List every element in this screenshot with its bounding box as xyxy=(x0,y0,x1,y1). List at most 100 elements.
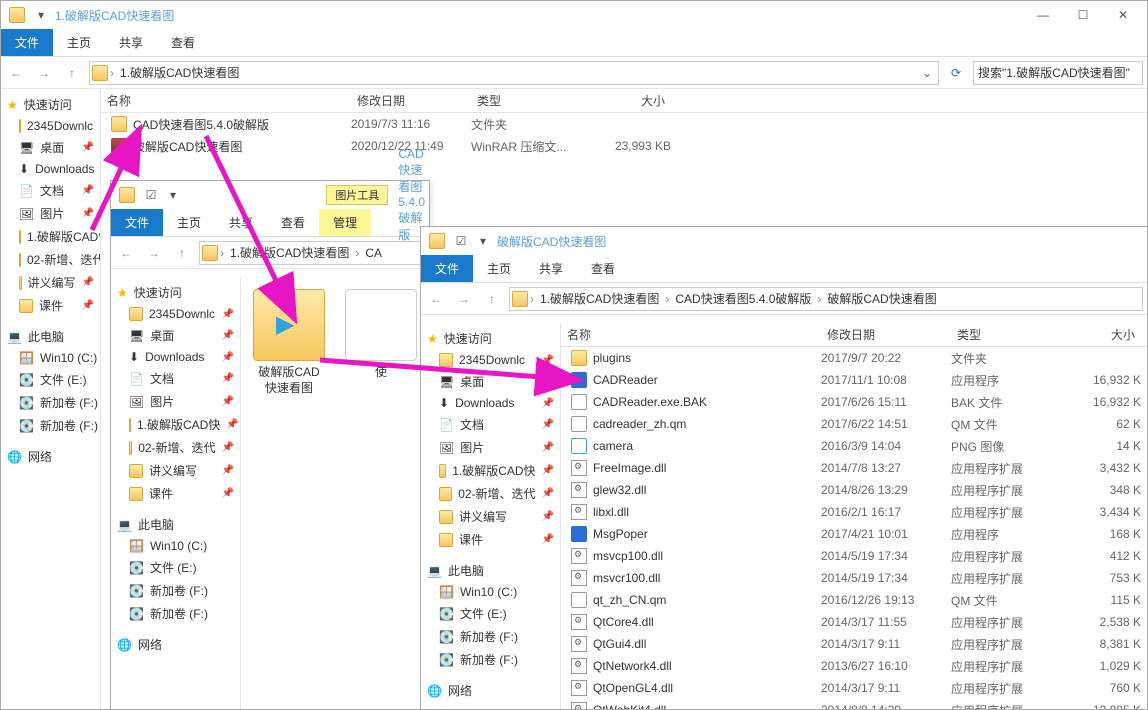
forward-button[interactable]: → xyxy=(33,62,55,84)
tab-view[interactable]: 查看 xyxy=(267,209,319,236)
address-bar[interactable]: › 1.破解版CAD快速看图 ⌄ xyxy=(89,61,939,85)
tab-share[interactable]: 共享 xyxy=(105,29,157,56)
sidebar-drive[interactable]: 💽文件 (E:) xyxy=(1,368,100,391)
sidebar-drive[interactable]: 💽新加卷 (F:) xyxy=(421,648,560,671)
col-name[interactable]: 名称 xyxy=(101,92,351,109)
list-item[interactable]: plugins2017/9/7 20:22文件夹 xyxy=(561,347,1147,369)
nav-pane[interactable]: ★快速访问 2345Downlc📌 🖥桌面📌 ⬇Downloads📌 📄文档📌 … xyxy=(1,89,101,709)
sidebar-item[interactable]: 课件📌 xyxy=(111,482,240,505)
forward-button[interactable]: → xyxy=(453,288,475,310)
sidebar-item[interactable]: 🖥桌面📌 xyxy=(111,324,240,347)
list-item[interactable]: glew32.dll2014/8/26 13:29应用程序扩展348 K xyxy=(561,479,1147,501)
sidebar-item[interactable]: 📄文档📌 xyxy=(1,179,100,202)
tab-home[interactable]: 主页 xyxy=(163,209,215,236)
sidebar-item[interactable]: ⬇Downloads📌 xyxy=(1,159,100,179)
sidebar-this-pc[interactable]: 💻此电脑 xyxy=(111,513,240,536)
list-item[interactable]: QtGui4.dll2014/3/17 9:11应用程序扩展8,381 K xyxy=(561,633,1147,655)
tab-file[interactable]: 文件 xyxy=(111,209,163,236)
column-headers[interactable]: 名称 修改日期 类型 大小 xyxy=(101,89,1147,113)
list-item[interactable]: msvcr100.dll2014/5/19 17:34应用程序扩展753 K xyxy=(561,567,1147,589)
sidebar-item[interactable]: 课件📌 xyxy=(421,528,560,551)
sidebar-this-pc[interactable]: 💻此电脑 xyxy=(421,559,560,582)
sidebar-quick-access[interactable]: ★快速访问 xyxy=(1,93,100,116)
tab-share[interactable]: 共享 xyxy=(525,255,577,282)
refresh-button[interactable]: ⟳ xyxy=(945,66,967,80)
sidebar-item[interactable]: 02-新增、迭代📌 xyxy=(421,482,560,505)
list-item[interactable]: CADReader2017/11/1 10:08应用程序16,932 K xyxy=(561,369,1147,391)
sidebar-drive[interactable]: 💽新加卷 (F:) xyxy=(1,391,100,414)
sidebar-item[interactable]: 02-新增、迭代📌 xyxy=(111,436,240,459)
sidebar-item[interactable]: 🖥桌面📌 xyxy=(1,136,100,159)
sidebar-network[interactable]: 🌐网络 xyxy=(1,445,100,468)
column-headers[interactable]: 名称 修改日期 类型 大小 xyxy=(561,323,1147,347)
sidebar-item[interactable]: 🖥桌面📌 xyxy=(421,370,560,393)
nav-pane[interactable]: ★快速访问 2345Downlc📌 🖥桌面📌 ⬇Downloads📌 📄文档📌 … xyxy=(421,323,561,709)
list-item[interactable]: QtOpenGL4.dll2014/3/17 9:11应用程序扩展760 K xyxy=(561,677,1147,699)
sidebar-drive[interactable]: 🪟Win10 (C:) xyxy=(1,348,100,368)
address-dropdown[interactable]: ⌄ xyxy=(918,66,936,80)
nav-pane[interactable]: ★快速访问 2345Downlc📌 🖥桌面📌 ⬇Downloads📌 📄文档📌 … xyxy=(111,277,241,709)
sidebar-item[interactable]: 讲义编写📌 xyxy=(421,505,560,528)
sidebar-drive[interactable]: 💽文件 (E:) xyxy=(421,602,560,625)
list-item[interactable]: camera2016/3/9 14:04PNG 图像14 K xyxy=(561,435,1147,457)
col-date[interactable]: 修改日期 xyxy=(821,326,951,343)
tab-manage[interactable]: 管理 xyxy=(319,209,371,236)
col-size[interactable]: 大小 xyxy=(591,92,671,109)
tab-share[interactable]: 共享 xyxy=(215,209,267,236)
breadcrumb[interactable]: 1.破解版CAD快速看图 xyxy=(116,64,243,81)
sidebar-quick-access[interactable]: ★快速访问 xyxy=(111,281,240,304)
sidebar-item[interactable]: 课件📌 xyxy=(1,294,100,317)
sidebar-this-pc[interactable]: 💻此电脑 xyxy=(1,325,100,348)
tab-view[interactable]: 查看 xyxy=(577,255,629,282)
sidebar-network[interactable]: 🌐网络 xyxy=(111,633,240,656)
list-item[interactable]: libxl.dll2016/2/1 16:17应用程序扩展3,434 K xyxy=(561,501,1147,523)
list-item[interactable]: CADReader.exe.BAK2017/6/26 15:11BAK 文件16… xyxy=(561,391,1147,413)
breadcrumb[interactable]: 破解版CAD快速看图 xyxy=(823,290,940,307)
list-item[interactable]: CAD快速看图5.4.0破解版 2019/7/3 11:16文件夹 xyxy=(101,113,1147,135)
list-item[interactable]: QtWebKit4.dll2014/8/8 14:39应用程序扩展12,805 … xyxy=(561,699,1147,709)
qat-item[interactable]: ▾ xyxy=(31,5,51,25)
address-bar[interactable]: › 1.破解版CAD快速看图 › CAD快速看图5.4.0破解版 › 破解版CA… xyxy=(509,287,1143,311)
col-type[interactable]: 类型 xyxy=(471,92,591,109)
sidebar-drive[interactable]: 🪟Win10 (C:) xyxy=(421,582,560,602)
back-button[interactable]: ← xyxy=(5,62,27,84)
sidebar-network[interactable]: 🌐网络 xyxy=(421,679,560,702)
qat-item[interactable]: ☑ xyxy=(451,231,471,251)
sidebar-item[interactable]: 1.破解版CAD快📌 xyxy=(111,413,240,436)
sidebar-drive[interactable]: 💽新加卷 (F:) xyxy=(111,602,240,625)
sidebar-item[interactable]: 1.破解版CAD快📌 xyxy=(421,459,560,482)
up-button[interactable]: ↑ xyxy=(61,62,83,84)
qat-item[interactable]: ▾ xyxy=(473,231,493,251)
sidebar-item[interactable]: 1.破解版CAD快📌 xyxy=(1,225,100,248)
tab-file[interactable]: 文件 xyxy=(1,29,53,56)
list-item[interactable]: FreeImage.dll2014/7/8 13:27应用程序扩展3,432 K xyxy=(561,457,1147,479)
back-button[interactable]: ← xyxy=(425,288,447,310)
sidebar-item[interactable]: 讲义编写📌 xyxy=(111,459,240,482)
sidebar-item[interactable]: 02-新增、迭代📌 xyxy=(1,248,100,271)
search-input[interactable]: 搜索"1.破解版CAD快速看图" xyxy=(973,61,1143,85)
col-type[interactable]: 类型 xyxy=(951,326,1061,343)
sidebar-item[interactable]: 2345Downlc📌 xyxy=(111,304,240,324)
sidebar-drive[interactable]: 💽新加卷 (F:) xyxy=(111,579,240,602)
sidebar-item[interactable]: 2345Downlc📌 xyxy=(1,116,100,136)
sidebar-drive[interactable]: 🪟Win10 (C:) xyxy=(111,536,240,556)
maximize-button[interactable]: ☐ xyxy=(1063,1,1103,29)
sidebar-item[interactable]: ⬇Downloads📌 xyxy=(421,393,560,413)
breadcrumb[interactable]: CAD快速看图5.4.0破解版 xyxy=(671,290,815,307)
titlebar[interactable]: ☑ ▾ 破解版CAD快速看图 xyxy=(421,227,1147,255)
col-size[interactable]: 大小 xyxy=(1061,326,1141,343)
up-button[interactable]: ↑ xyxy=(481,288,503,310)
list-item[interactable]: MsgPoper2017/4/21 10:01应用程序168 K xyxy=(561,523,1147,545)
qat-item[interactable]: ▾ xyxy=(163,185,183,205)
list-item[interactable]: QtNetwork4.dll2013/6/27 16:10应用程序扩展1,029… xyxy=(561,655,1147,677)
list-item[interactable]: QtCore4.dll2014/3/17 11:55应用程序扩展2,538 K xyxy=(561,611,1147,633)
sidebar-item[interactable]: 讲义编写📌 xyxy=(1,271,100,294)
address-bar[interactable]: › 1.破解版CAD快速看图 › CA xyxy=(199,241,425,265)
col-date[interactable]: 修改日期 xyxy=(351,92,471,109)
sidebar-item[interactable]: 📄文档📌 xyxy=(421,413,560,436)
sidebar-drive[interactable]: 💽新加卷 (F:) xyxy=(1,414,100,437)
tab-file[interactable]: 文件 xyxy=(421,255,473,282)
qat-item[interactable]: ☑ xyxy=(141,185,161,205)
sidebar-item[interactable]: ⬇Downloads📌 xyxy=(111,347,240,367)
up-button[interactable]: ↑ xyxy=(171,242,193,264)
